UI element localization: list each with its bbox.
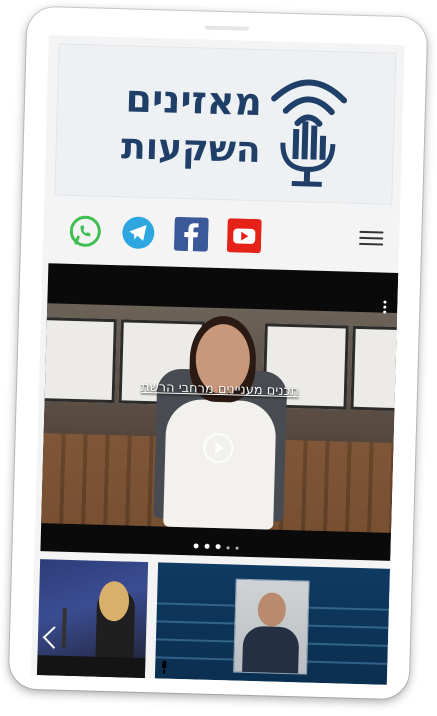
video-thumbnail-studio[interactable] xyxy=(36,559,149,679)
carousel-dot[interactable] xyxy=(193,543,199,549)
podcast-microphone-icon xyxy=(271,79,348,187)
carousel-dots[interactable] xyxy=(40,529,390,558)
telegram-icon[interactable] xyxy=(121,215,156,250)
carousel-dot[interactable] xyxy=(235,546,239,550)
logo-title-line1: מאזינים xyxy=(125,76,263,125)
facebook-icon[interactable] xyxy=(173,216,209,252)
carousel-dot[interactable] xyxy=(204,543,210,549)
more-vertical-icon[interactable] xyxy=(383,299,387,316)
carousel-dot[interactable] xyxy=(226,546,230,550)
site-logo[interactable]: מאזינים השקעות xyxy=(54,43,397,205)
carousel-dot[interactable] xyxy=(215,543,221,550)
social-nav-bar xyxy=(43,205,400,265)
video-thumbnail xyxy=(40,303,399,533)
video-thumbnail-interview[interactable] xyxy=(154,562,391,685)
hamburger-menu-icon[interactable] xyxy=(359,227,384,252)
logo-title-line2: השקעות xyxy=(120,126,262,172)
whatsapp-icon[interactable] xyxy=(68,214,103,249)
microphone-icon xyxy=(162,660,167,674)
screen: מאזינים השקעות תכנים מעניינים מרחבי הרשת xyxy=(30,35,405,685)
youtube-icon[interactable] xyxy=(226,218,262,254)
speaker-portrait xyxy=(233,578,310,675)
phone-speaker xyxy=(205,25,250,31)
featured-video[interactable]: תכנים מעניינים מרחבי הרשת xyxy=(40,263,399,561)
phone-frame: מאזינים השקעות תכנים מעניינים מרחבי הרשת xyxy=(8,6,428,700)
